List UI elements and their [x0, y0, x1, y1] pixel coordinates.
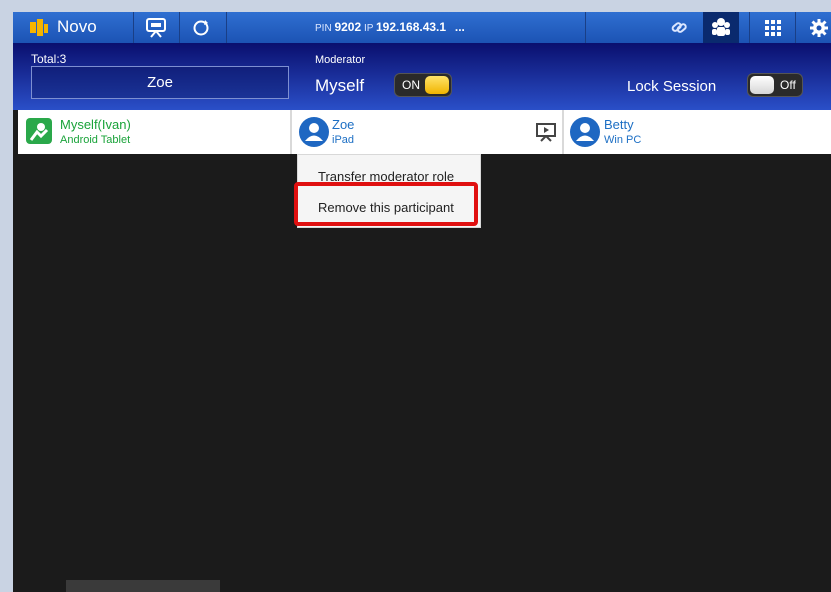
toggle-knob: [750, 76, 774, 94]
toggle-knob: [425, 76, 449, 94]
participant-name: Zoe: [332, 117, 355, 132]
app-window: Novo PIN 9202 IP 192.168.43.1 ... Total:…: [13, 12, 831, 592]
more-info-button[interactable]: ...: [455, 20, 465, 34]
participant-device: Win PC: [604, 134, 642, 146]
app-title: Novo: [57, 17, 97, 36]
participant-card[interactable]: Myself(Ivan) Android Tablet: [18, 110, 290, 154]
participant-card[interactable]: Zoe iPad: [292, 110, 562, 154]
moderator-toggle-label: ON: [402, 78, 420, 92]
novo-logo-icon: [27, 18, 49, 37]
divider: [226, 12, 227, 43]
divider: [133, 12, 134, 43]
participants-row: Myself(Ivan) Android Tablet Zoe iPad Bet…: [18, 110, 831, 154]
lock-toggle-label: Off: [780, 78, 796, 92]
participant-name: Betty: [604, 117, 634, 132]
ip-value: 192.168.43.1: [376, 20, 447, 34]
grid-icon[interactable]: [764, 19, 782, 37]
participants-button[interactable]: [703, 12, 739, 43]
projector-icon[interactable]: [536, 122, 556, 142]
moderator-name: Myself: [315, 76, 365, 95]
settings-icon[interactable]: [809, 18, 829, 38]
ip-label: IP: [363, 23, 374, 34]
divider: [585, 12, 586, 43]
user-avatar-icon: [570, 117, 600, 147]
pin-value: 9202: [334, 20, 362, 34]
android-avatar-icon: [26, 118, 52, 144]
participant-device: Android Tablet: [60, 134, 131, 146]
people-icon: [711, 17, 731, 37]
moderator-toggle[interactable]: ON: [394, 73, 452, 97]
divider: [795, 12, 796, 43]
participant-name: Myself(Ivan): [60, 117, 131, 132]
moderator-label: Moderator: [315, 54, 366, 66]
divider: [749, 12, 750, 43]
top-bar: Novo PIN 9202 IP 192.168.43.1 ...: [13, 12, 831, 43]
total-count: Total:3: [31, 52, 67, 66]
divider: [179, 12, 180, 43]
link-icon[interactable]: [669, 19, 689, 37]
participant-card[interactable]: Betty Win PC: [564, 110, 831, 154]
refresh-icon[interactable]: [191, 18, 211, 38]
connection-info: PIN 9202 IP 192.168.43.1 ...: [315, 20, 465, 36]
participant-device: iPad: [332, 134, 355, 146]
highlight-box: [294, 182, 478, 226]
session-panel: Total:3 Zoe Moderator Myself ON Lock Ses…: [13, 43, 831, 110]
pin-label: PIN: [315, 23, 332, 34]
lock-session-toggle[interactable]: Off: [747, 73, 803, 97]
selected-participant-field[interactable]: Zoe: [31, 66, 289, 99]
bottom-toolbar: [66, 580, 220, 592]
user-avatar-icon: [299, 117, 329, 147]
presentation-icon[interactable]: [145, 17, 167, 38]
lock-session-label: Lock Session: [627, 78, 717, 95]
